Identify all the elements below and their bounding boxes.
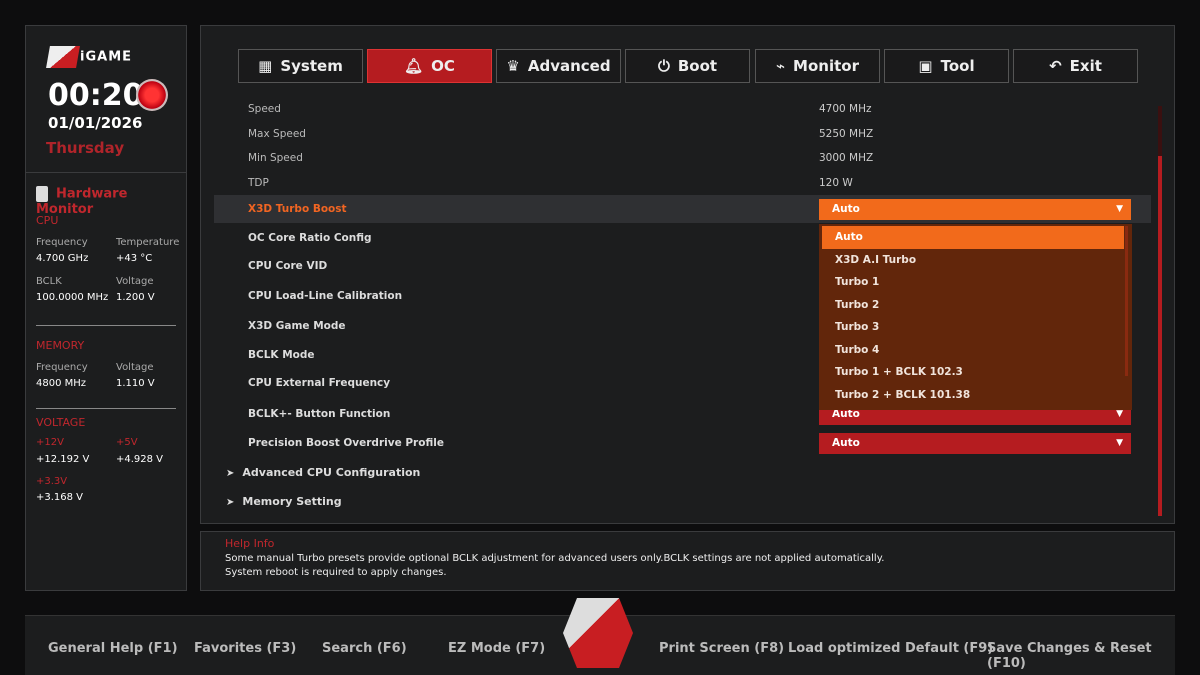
rocket-icon: 🔔︎	[404, 57, 424, 75]
tab-system[interactable]: ▦ System	[238, 49, 363, 83]
cpu-freq-value: 4.700 GHz	[36, 253, 89, 264]
cpu-temp-label: Temperature	[116, 237, 180, 248]
tab-monitor[interactable]: ⌁ Monitor	[755, 49, 880, 83]
dropdown-scrollbar[interactable]	[1125, 226, 1128, 376]
print-screen-button[interactable]: Print Screen (F8)	[659, 641, 784, 656]
dropdown-option[interactable]: Turbo 2 + BCLK 101.38	[819, 384, 1132, 407]
x3d-turbo-boost-select[interactable]: Auto ▼	[819, 198, 1131, 220]
igame-logo: iGAME	[46, 46, 132, 68]
hardware-monitor-title: Hardware Monitor	[36, 186, 128, 217]
voltage-section-title: VOLTAGE	[36, 416, 86, 429]
tab-boot[interactable]: ⏻ Boot	[625, 49, 750, 83]
dropdown-arrow-icon: ▼	[1116, 438, 1123, 448]
memory-section-title: MEMORY	[36, 339, 85, 352]
pulse-icon: ⌁	[776, 57, 786, 75]
dropdown-option[interactable]: X3D A.I Turbo	[819, 249, 1132, 272]
setting-row-pbo-profile[interactable]: Precision Boost Overdrive Profile Auto ▼	[214, 430, 1151, 456]
arrow-right-icon: ➤	[226, 497, 235, 508]
crown-icon: ♛	[506, 57, 520, 75]
cpu-bclk-label: BCLK	[36, 276, 62, 287]
v5-label: +5V	[116, 437, 138, 448]
setting-row-min-speed: Min Speed 3000 MHZ	[248, 152, 874, 164]
x3d-turbo-boost-dropdown-list: Auto X3D A.I Turbo Turbo 1 Turbo 2 Turbo…	[819, 224, 1132, 410]
v12-value: +12.192 V	[36, 454, 90, 465]
v33-label: +3.3V	[36, 476, 68, 487]
v5-value: +4.928 V	[116, 454, 164, 465]
setting-row-speed: Speed 4700 MHz	[248, 103, 872, 115]
dropdown-option[interactable]: Auto	[822, 226, 1124, 249]
ez-mode-button[interactable]: EZ Mode (F7)	[448, 641, 545, 656]
pbo-profile-select[interactable]: Auto ▼	[819, 432, 1131, 454]
tab-advanced[interactable]: ♛ Advanced	[496, 49, 621, 83]
cpu-volt-label: Voltage	[116, 276, 154, 287]
submenu-memory-setting[interactable]: ➤ Memory Setting	[226, 495, 342, 508]
help-text-line-2: System reboot is required to apply chang…	[225, 567, 447, 578]
search-button[interactable]: Search (F6)	[322, 641, 407, 656]
dropdown-option[interactable]: Turbo 1	[819, 271, 1132, 294]
dropdown-option[interactable]: Turbo 3	[819, 316, 1132, 339]
setting-row-max-speed: Max Speed 5250 MHZ	[248, 128, 874, 140]
dropdown-arrow-icon: ▼	[1116, 204, 1123, 214]
tab-tool[interactable]: ▣ Tool	[884, 49, 1009, 83]
cpu-bclk-value: 100.0000 MHz	[36, 292, 109, 303]
general-help-button[interactable]: General Help (F1)	[48, 641, 178, 656]
mem-volt-value: 1.110 V	[116, 378, 155, 389]
hardware-icon	[36, 186, 48, 202]
v33-value: +3.168 V	[36, 492, 84, 503]
cpu-freq-label: Frequency	[36, 237, 88, 248]
cpu-temp-value: +43 °C	[116, 253, 153, 264]
footer-bar: General Help (F1) Favorites (F3) Search …	[25, 598, 1175, 675]
clock-date: 01/01/2026	[48, 114, 143, 132]
main-scrollbar[interactable]	[1158, 106, 1162, 516]
load-defaults-button[interactable]: Load optimized Default (F9)	[788, 641, 993, 656]
v12-label: +12V	[36, 437, 64, 448]
help-title: Help Info	[225, 537, 275, 550]
igame-center-logo	[563, 598, 633, 668]
toolbox-icon: ▣	[918, 57, 933, 75]
mem-volt-label: Voltage	[116, 362, 154, 373]
mem-freq-value: 4800 MHz	[36, 378, 87, 389]
setting-row-x3d-turbo-boost[interactable]: X3D Turbo Boost Auto ▼	[214, 195, 1151, 223]
tab-exit[interactable]: ↶ Exit	[1013, 49, 1138, 83]
cpu-volt-value: 1.200 V	[116, 292, 155, 303]
dropdown-option[interactable]: Turbo 1 + BCLK 102.3	[819, 361, 1132, 384]
help-text: Some manual Turbo presets provide option…	[225, 552, 1125, 580]
clock-time: 00:20	[48, 78, 144, 113]
settings-gear-icon[interactable]	[136, 79, 168, 111]
power-icon: ⏻	[657, 57, 670, 75]
save-reset-button[interactable]: Save Changes & Reset (F10)	[987, 641, 1175, 671]
favorites-button[interactable]: Favorites (F3)	[194, 641, 296, 656]
help-info-panel: Help Info Some manual Turbo presets prov…	[200, 531, 1175, 591]
submenu-advanced-cpu[interactable]: ➤ Advanced CPU Configuration	[226, 466, 420, 479]
tab-oc[interactable]: 🔔︎ OC	[367, 49, 492, 83]
mem-freq-label: Frequency	[36, 362, 88, 373]
dropdown-option[interactable]: Turbo 2	[819, 294, 1132, 317]
sidebar: iGAME 00:20 01/01/2026 Thursday Hardware…	[25, 25, 187, 591]
grid-icon: ▦	[258, 57, 273, 75]
arrow-right-icon: ➤	[226, 468, 235, 479]
clock-day: Thursday	[46, 139, 125, 157]
setting-row-tdp: TDP 120 W	[248, 177, 853, 189]
dropdown-option[interactable]: Turbo 4	[819, 339, 1132, 362]
help-text-line-1: Some manual Turbo presets provide option…	[225, 553, 885, 564]
dropdown-arrow-icon: ▼	[1116, 409, 1123, 419]
back-arrow-icon: ↶	[1049, 57, 1062, 75]
cpu-section-title: CPU	[36, 214, 59, 227]
main-panel: ▦ System 🔔︎ OC ♛ Advanced ⏻ Boot ⌁ Monitor ▣ T…	[200, 25, 1175, 524]
